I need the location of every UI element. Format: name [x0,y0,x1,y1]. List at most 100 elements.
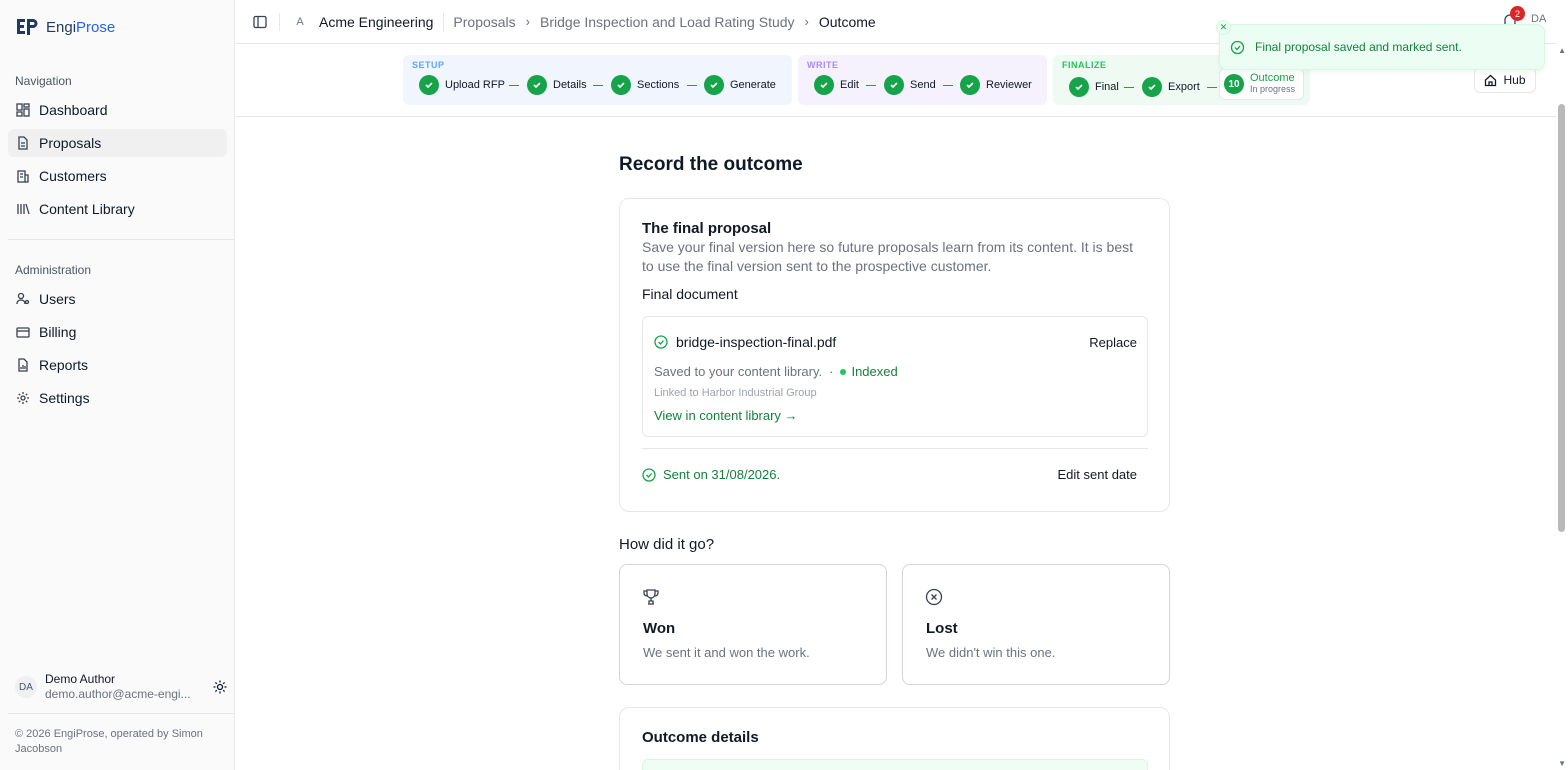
step-sections[interactable]: Sections [611,75,679,95]
step-label: Send [910,79,936,91]
footer-copyright: © 2026 EngiProse, operated by Simon Jaco… [15,728,203,755]
how-did-it-go-heading: How did it go? [619,536,715,553]
chevron-right-icon: › [804,14,809,29]
toast-close-icon[interactable]: ✕ [1216,20,1231,35]
hub-button[interactable]: Hub [1474,67,1536,93]
step-reviewer[interactable]: Reviewer [960,75,1032,95]
step-label: Sections [637,79,680,91]
step-details[interactable]: Details [527,75,587,95]
saved-text: Saved to your content library. [654,364,823,379]
step-label: Details [553,79,587,91]
x-circle-icon [925,588,943,606]
check-icon [814,75,834,95]
sidebar-item-label: Proposals [39,135,102,151]
check-icon [419,75,439,95]
scrollbar[interactable]: ▲ ▼ [1556,44,1568,770]
step-outcome-current[interactable]: 10 Outcome In progress [1219,68,1304,100]
step-label: Final [1095,81,1119,93]
step-upload-rfp[interactable]: Upload RFP [419,75,505,95]
indexed-badge: Indexed [851,364,898,379]
scroll-down-icon[interactable]: ▼ [1558,759,1566,768]
library-icon [17,203,30,215]
sidebar-item-label: Content Library [39,201,135,217]
check-icon [611,75,631,95]
step-label: Outcome [1250,72,1295,84]
sidebar-item-content-library[interactable]: Content Library [8,195,227,223]
final-proposal-card: The final proposal Save your final versi… [619,198,1170,512]
outcome-won-button[interactable]: Won We sent it and won the work. [619,564,887,685]
outcome-details-card: Outcome details [619,707,1170,770]
check-icon [1069,77,1089,97]
sidebar-item-settings[interactable]: Settings [8,384,227,412]
sidebar-item-users[interactable]: Users [8,285,227,313]
sidebar-item-customers[interactable]: Customers [8,162,227,190]
divider [443,12,445,31]
step-label: Upload RFP [445,79,505,91]
step-group-label: WRITE [807,60,839,70]
org-name[interactable]: Acme Engineering [319,14,433,30]
page-title: Record the outcome [619,154,803,175]
step-number: 10 [1224,74,1244,94]
sidebar-item-billing[interactable]: Billing [8,318,227,346]
outcome-desc: We sent it and won the work. [643,645,810,660]
status-dot [840,368,847,375]
nav-section-title: Navigation [15,74,72,88]
org-avatar: A [296,15,304,28]
edit-sent-date-button[interactable]: Edit sent date [1058,467,1138,482]
sidebar-item-reports[interactable]: Reports [8,351,227,379]
outcome-title: Won [643,620,676,637]
step-final[interactable]: Final [1069,77,1119,97]
user-profile[interactable]: DA Demo Author demo.author@acme-engi... [15,670,227,704]
trophy-icon [643,589,659,605]
step-group-label: SETUP [412,60,445,70]
separator: · [829,364,834,379]
step-generate[interactable]: Generate [704,75,776,95]
breadcrumb-current: Outcome [818,13,876,30]
step-connector [593,85,603,86]
step-connector [1207,87,1217,88]
logo-icon [17,19,38,35]
view-library-link[interactable]: View in content library → [654,408,798,423]
linked-text: Linked to Harbor Industrial Group [654,387,817,399]
step-group-label: FINALIZE [1062,60,1107,70]
step-group-setup: SETUP Upload RFP Details Sections Genera… [403,55,792,105]
gear-icon [17,392,29,404]
step-edit[interactable]: Edit [814,75,859,95]
credit-card-icon [16,327,30,338]
notification-badge: 2 [1510,6,1525,21]
admin-section-title: Administration [15,263,92,277]
step-status: In progress [1250,84,1296,94]
sidebar-divider [8,713,235,714]
step-connector [866,85,876,86]
card-description: Save your final version here so future p… [642,239,1134,274]
step-export[interactable]: Export [1142,77,1200,97]
sidebar-item-proposals[interactable]: Proposals [8,129,227,157]
sidebar-item-label: Reports [39,357,89,373]
chevron-right-icon: › [525,14,531,29]
main-content: Record the outcome The final proposal Sa… [619,148,1170,770]
home-icon [1485,74,1497,86]
outcome-options: Won We sent it and won the work. Lost We… [619,564,1170,685]
step-group-write: WRITE Edit Send Reviewer [798,55,1047,105]
file-name: bridge-inspection-final.pdf [676,334,837,350]
final-document-label: Final document [642,286,738,302]
scroll-up-icon[interactable]: ▲ [1558,46,1566,55]
replace-button[interactable]: Replace [1089,335,1137,350]
dashboard-icon [16,103,30,117]
step-send[interactable]: Send [884,75,936,95]
scrollbar-thumb[interactable] [1558,104,1565,532]
outcome-lost-button[interactable]: Lost We didn't win this one. [902,564,1170,685]
hub-label: Hub [1503,73,1526,87]
brand-logo[interactable]: EngiProse [16,18,115,36]
sun-icon[interactable] [213,680,227,694]
breadcrumb-proposal[interactable]: Bridge Inspection and Load Rating Study [540,14,795,30]
card-title: The final proposal [642,220,772,237]
sidebar-toggle-icon[interactable] [253,15,267,29]
user-name: Demo Author [45,672,116,686]
check-icon [704,75,724,95]
divider [279,12,280,31]
brand-name-a: Engi [46,18,77,36]
user-email: demo.author@acme-engi... [45,687,191,701]
breadcrumb-proposals[interactable]: Proposals [453,14,515,30]
sidebar-item-dashboard[interactable]: Dashboard [8,96,227,124]
